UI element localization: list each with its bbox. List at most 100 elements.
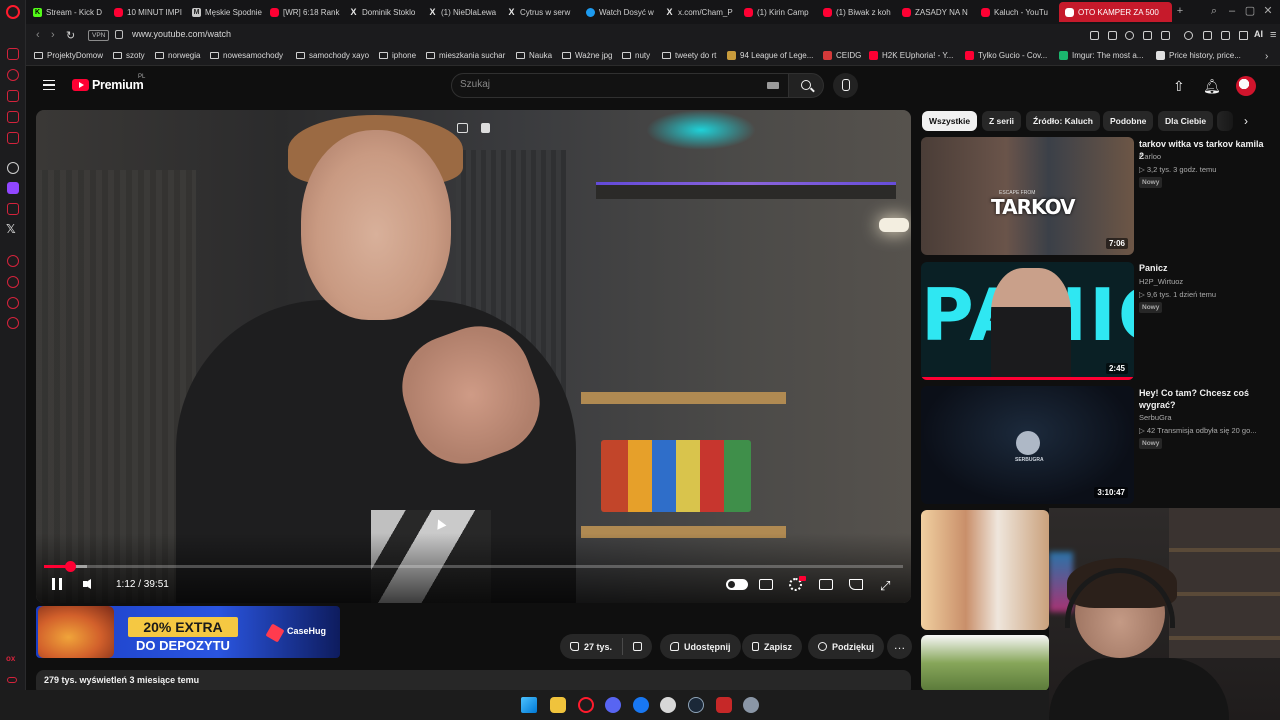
bookmark-item[interactable]: 94 League of Lege... (727, 51, 813, 60)
tab-12[interactable]: Kaluch - YouTu (981, 2, 1057, 22)
menu-icon[interactable]: ≡ (1270, 29, 1276, 41)
rec-thumbnail[interactable] (921, 635, 1049, 691)
chip-for-you[interactable]: Dla Ciebie (1158, 111, 1214, 131)
bookmark-item[interactable]: ProjektyDomow (34, 51, 103, 60)
sidebar-wallet-icon[interactable] (7, 111, 19, 123)
search-button[interactable] (788, 73, 824, 98)
fullscreen-icon[interactable]: ⤢ (880, 578, 890, 594)
bookmark-item[interactable]: Tylko Gucio - Cov... (965, 51, 1047, 60)
heart-icon[interactable] (1184, 31, 1193, 40)
bookmark-item[interactable]: nuty (622, 51, 650, 60)
aria-ai-button[interactable]: AI (1254, 29, 1263, 39)
url-field[interactable]: www.youtube.com/watch (132, 29, 231, 39)
promo-banner[interactable]: 20% EXTRA DO DEPOZYTU CaseHug (36, 606, 340, 658)
tab-5[interactable]: X (1) NieDlaLewa (428, 2, 502, 22)
messenger-icon[interactable] (633, 697, 649, 713)
opera-logo-icon[interactable] (6, 5, 20, 19)
bookmark-item[interactable]: CEIDG (823, 51, 861, 60)
steam-icon[interactable] (688, 697, 704, 713)
pause-icon[interactable] (52, 578, 62, 590)
tab-1[interactable]: 10 MINUT IMPI (114, 2, 188, 22)
tab-6[interactable]: X Cytrus w serw (507, 2, 581, 22)
rec-channel[interactable]: H2P_Wirtuoz (1139, 277, 1183, 286)
youtube-logo-text[interactable]: Premium (92, 78, 144, 92)
snapshot-icon[interactable] (1108, 31, 1117, 40)
download-icon[interactable] (1239, 31, 1248, 40)
forward-icon[interactable]: › (51, 29, 55, 41)
reload-icon[interactable]: ↻ (66, 29, 75, 42)
riot-icon[interactable] (716, 697, 732, 713)
bookmarks-more-icon[interactable]: › (1265, 51, 1268, 62)
video-player[interactable]: 1:12 / 39:51 ⤢ (36, 110, 911, 603)
rec-thumbnail[interactable] (921, 510, 1049, 630)
chip-related[interactable]: Podobne (1103, 111, 1154, 131)
subtitles-icon[interactable] (759, 579, 773, 590)
upload-icon[interactable]: ⇧ (1173, 78, 1185, 95)
like-button[interactable]: 27 tys. (560, 634, 622, 659)
sidebar-twitch-icon[interactable] (7, 182, 19, 194)
player-icon[interactable] (1143, 31, 1152, 40)
maximize-icon[interactable]: ▢ (1244, 5, 1256, 17)
bookmark-item[interactable]: szoty (113, 51, 145, 60)
bookmark-item[interactable]: tweety do rt (662, 51, 716, 60)
sidebar-aria-icon[interactable] (7, 48, 19, 60)
tab-2[interactable]: M Męskie Spodnie (192, 2, 266, 22)
tab-8[interactable]: Xx.com/Cham_P (665, 2, 739, 22)
bookmark-item[interactable]: Ważne jpg (562, 51, 613, 60)
sidebar-settings-icon[interactable] (7, 317, 19, 329)
keyboard-icon[interactable] (767, 82, 779, 89)
sidebar-speed-icon[interactable] (7, 276, 19, 288)
wallet-icon[interactable] (1161, 31, 1170, 40)
chip-all[interactable]: Wszystkie (922, 111, 978, 131)
bookmark-item[interactable]: samochody xayo (296, 51, 369, 60)
cube-icon[interactable] (1203, 31, 1212, 40)
miniplayer-icon[interactable] (457, 123, 468, 133)
sidebar-clock-icon[interactable] (7, 255, 19, 267)
chips-next-icon[interactable]: › (1236, 111, 1256, 131)
voice-search-button[interactable] (833, 73, 858, 98)
rec-channel[interactable]: SerbuGra (1139, 413, 1172, 422)
progress-scrubber[interactable] (64, 561, 76, 572)
volume-icon[interactable] (83, 579, 91, 589)
tab-9[interactable]: (1) Kirin Camp (744, 2, 818, 22)
avatar[interactable] (1236, 76, 1256, 96)
bookmark-item[interactable]: Nauka (516, 51, 552, 60)
rec-thumbnail[interactable]: PANIC7 2:45 (921, 262, 1134, 380)
lock-icon[interactable] (115, 30, 123, 39)
chip-source[interactable]: Źródło: Kaluch (1026, 111, 1100, 131)
tab-4[interactable]: X Dominik Stoklo (349, 2, 423, 22)
new-tab-icon[interactable]: + (1174, 5, 1186, 17)
theater-mode-icon[interactable] (819, 579, 833, 590)
opera-taskbar-icon[interactable] (578, 697, 594, 713)
share-icon[interactable] (1221, 31, 1230, 40)
save-button[interactable]: Zapisz (742, 634, 803, 659)
rec-thumbnail[interactable]: SERBUGRA 3:10:47 (921, 386, 1134, 504)
chip-series[interactable]: Z serii (982, 111, 1022, 131)
bookmark-item[interactable]: Imgur: The most a... (1059, 51, 1143, 60)
share-button[interactable]: Udostępnij (660, 634, 741, 659)
sidebar-history-icon[interactable] (7, 69, 19, 81)
dislike-button[interactable] (623, 634, 652, 659)
more-actions-button[interactable]: … (887, 634, 912, 659)
bookmark-item[interactable]: Price history, price... (1156, 51, 1241, 60)
minimize-icon[interactable]: – (1226, 5, 1238, 17)
pin-icon[interactable] (1090, 31, 1099, 40)
sidebar-bag-icon[interactable] (7, 90, 19, 102)
sidebar-x-icon[interactable]: 𝕏 (6, 222, 16, 236)
tab-3[interactable]: [WR] 6:18 Rank (270, 2, 344, 22)
close-icon[interactable]: ✕ (1262, 5, 1274, 17)
sidebar-chatgpt-icon[interactable] (7, 162, 19, 174)
sidebar-more-icon[interactable] (7, 677, 17, 683)
tab-active[interactable]: OTO KAMPER ZA 500 (1059, 2, 1172, 22)
discord-icon[interactable] (605, 697, 621, 713)
sidebar-chat-icon[interactable] (7, 297, 19, 309)
thanks-button[interactable]: Podziękuj (808, 634, 885, 659)
tab-7[interactable]: Watch Dosyć w (586, 2, 660, 22)
extensions-icon[interactable] (1125, 31, 1134, 40)
settings-taskbar-icon[interactable] (743, 697, 759, 713)
tab-11[interactable]: ZASADY NA N (902, 2, 976, 22)
bookmark-item[interactable]: iphone (379, 51, 416, 60)
youtube-logo-icon[interactable] (72, 79, 89, 91)
sidebar-percent-icon[interactable] (7, 203, 19, 215)
search-input[interactable] (451, 73, 789, 98)
